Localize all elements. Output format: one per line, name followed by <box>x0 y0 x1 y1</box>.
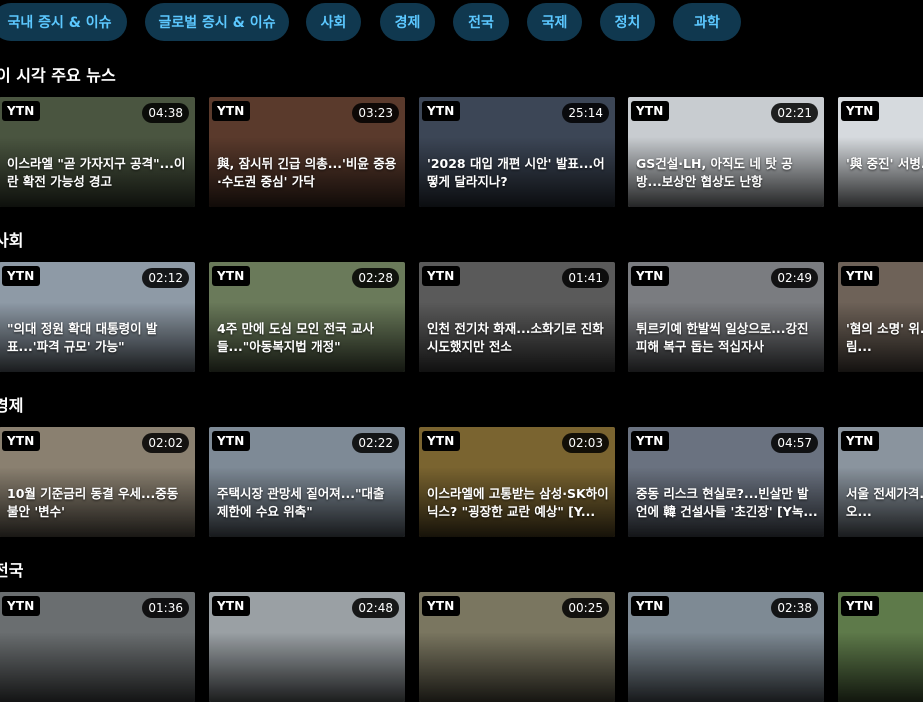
video-duration: 00:25 <box>562 598 609 618</box>
ytn-logo-badge: YTN <box>841 101 879 121</box>
category-7[interactable]: 과학 <box>673 3 741 41</box>
video-duration: 01:41 <box>562 268 609 288</box>
ytn-logo-badge: YTN <box>631 596 669 616</box>
ytn-logo-badge: YTN <box>631 266 669 286</box>
video-duration: 02:22 <box>352 433 399 453</box>
video-duration: 25:14 <box>562 103 609 123</box>
video-duration: 02:21 <box>771 103 818 123</box>
category-0[interactable]: 국내 증시 & 이슈 <box>0 3 127 41</box>
video-card[interactable]: YTN '與 중진' 서병... 자리 버거워"... <box>838 97 923 207</box>
ytn-logo-badge: YTN <box>422 101 460 121</box>
ytn-logo-badge: YTN <box>422 266 460 286</box>
video-row: YTN 02:02 10월 기준금리 동결 우세...중동 불안 '변수' YTN 02… <box>0 427 923 537</box>
video-title[interactable]: 이스라엘 "곧 가자지구 공격"...이란 확전 가능성 경고 <box>7 155 189 193</box>
video-duration: 02:02 <box>142 433 189 453</box>
video-card[interactable]: YTN 02:48 <box>209 592 405 702</box>
video-card[interactable]: YTN 02:49 튀르키예 한발씩 일상으로...강진 피해 복구 돕는 적십자사 <box>628 262 824 372</box>
video-card[interactable]: YTN 04:38 이스라엘 "곧 가자지구 공격"...이란 확전 가능성 경고 <box>0 97 195 207</box>
video-card[interactable]: YTN 02:38 <box>628 592 824 702</box>
video-duration: 02:48 <box>352 598 399 618</box>
ytn-logo-badge: YTN <box>2 266 40 286</box>
ytn-logo-badge: YTN <box>2 431 40 451</box>
video-card[interactable]: YTN 00:25 <box>419 592 615 702</box>
category-2[interactable]: 사회 <box>306 3 361 41</box>
video-card[interactable]: YTN 02:21 GS건설·LH, 아직도 네 탓 공방...보상안 협상도 난항 <box>628 97 824 207</box>
ytn-logo-badge: YTN <box>841 266 879 286</box>
category-3[interactable]: 경제 <box>380 3 435 41</box>
section-title: 전국 <box>0 561 24 580</box>
video-duration: 04:57 <box>771 433 818 453</box>
ytn-logo-badge: YTN <box>212 596 250 616</box>
video-card[interactable]: YTN 서울 전세가격... 세..."당분간 오... <box>838 427 923 537</box>
thumbnail-shade <box>209 632 405 702</box>
video-row: YTN 04:38 이스라엘 "곧 가자지구 공격"...이란 확전 가능성 경고 Y… <box>0 97 923 207</box>
section-title: 경제 <box>0 396 24 415</box>
video-duration: 04:38 <box>142 103 189 123</box>
video-card[interactable]: YTN 03:23 與, 잠시뒤 긴급 의총...'비윤 중용·수도권 중심' 가닥 <box>209 97 405 207</box>
video-row: YTN 01:36 YTN 02:48 YTN 00:25 YTN 02:38 YTN <box>0 592 923 702</box>
ytn-logo-badge: YTN <box>212 101 250 121</box>
section-title: 사회 <box>0 231 24 250</box>
ytn-logo-badge: YTN <box>2 101 40 121</box>
category-4[interactable]: 전국 <box>453 3 509 41</box>
category-5[interactable]: 국제 <box>527 3 582 41</box>
video-title[interactable]: '2028 대입 개편 시안' 발표...어떻게 달라지나? <box>427 155 609 193</box>
ytn-logo-badge: YTN <box>212 266 250 286</box>
video-card[interactable]: YTN <box>838 592 923 702</box>
ytn-logo-badge: YTN <box>631 431 669 451</box>
thumbnail-shade <box>628 632 824 702</box>
video-title[interactable]: 서울 전세가격... 세..."당분간 오... <box>846 485 923 523</box>
category-1[interactable]: 글로벌 증시 & 이슈 <box>145 3 289 41</box>
ytn-logo-badge: YTN <box>422 431 460 451</box>
video-duration: 01:36 <box>142 598 189 618</box>
video-title[interactable]: 주택시장 관망세 짙어져..."대출 제한에 수요 위축" <box>217 485 399 523</box>
video-card[interactable]: YTN 25:14 '2028 대입 개편 시안' 발표...어떻게 달라지나? <box>419 97 615 207</box>
video-card[interactable]: YTN '혐의 소명' 위... 뤄...검찰 노림... <box>838 262 923 372</box>
ytn-logo-badge: YTN <box>841 596 879 616</box>
video-card[interactable]: YTN 04:57 중동 리스크 현실로?...빈살만 발언에 韓 건설사들 '초긴… <box>628 427 824 537</box>
video-card[interactable]: YTN 01:36 <box>0 592 195 702</box>
video-duration: 02:49 <box>771 268 818 288</box>
video-card[interactable]: YTN 02:02 10월 기준금리 동결 우세...중동 불안 '변수' <box>0 427 195 537</box>
video-card[interactable]: YTN 02:03 이스라엘에 고통받는 삼성·SK하이닉스? "굉장한 교란 예상… <box>419 427 615 537</box>
section-title: 이 시각 주요 뉴스 <box>0 66 116 85</box>
video-title[interactable]: '혐의 소명' 위... 뤄...검찰 노림... <box>846 320 923 358</box>
video-card[interactable]: YTN 02:22 주택시장 관망세 짙어져..."대출 제한에 수요 위축" <box>209 427 405 537</box>
video-title[interactable]: 이스라엘에 고통받는 삼성·SK하이닉스? "굉장한 교란 예상" [Y... <box>427 485 609 523</box>
video-title[interactable]: 10월 기준금리 동결 우세...중동 불안 '변수' <box>7 485 189 523</box>
thumbnail-shade <box>838 632 923 702</box>
video-title[interactable]: 인천 전기차 화재...소화기로 진화 시도했지만 전소 <box>427 320 609 358</box>
video-title[interactable]: 중동 리스크 현실로?...빈살만 발언에 韓 건설사들 '초긴장' [Y녹..… <box>636 485 818 523</box>
video-title[interactable]: 4주 만에 도심 모인 전국 교사들..."아동복지법 개정" <box>217 320 399 358</box>
video-row: YTN 02:12 "의대 정원 확대 대통령이 발표...'파격 규모' 가능" Y… <box>0 262 923 372</box>
video-duration: 02:38 <box>771 598 818 618</box>
video-card[interactable]: YTN 01:41 인천 전기차 화재...소화기로 진화 시도했지만 전소 <box>419 262 615 372</box>
video-title[interactable]: "의대 정원 확대 대통령이 발표...'파격 규모' 가능" <box>7 320 189 358</box>
category-6[interactable]: 정치 <box>600 3 655 41</box>
video-title[interactable]: 튀르키예 한발씩 일상으로...강진 피해 복구 돕는 적십자사 <box>636 320 818 358</box>
video-title[interactable]: GS건설·LH, 아직도 네 탓 공방...보상안 협상도 난항 <box>636 155 818 193</box>
video-duration: 02:03 <box>562 433 609 453</box>
ytn-logo-badge: YTN <box>841 431 879 451</box>
thumbnail-shade <box>419 632 615 702</box>
video-card[interactable]: YTN 02:12 "의대 정원 확대 대통령이 발표...'파격 규모' 가능" <box>0 262 195 372</box>
video-title[interactable]: '與 중진' 서병... 자리 버거워"... <box>846 155 923 193</box>
video-duration: 02:28 <box>352 268 399 288</box>
video-duration: 03:23 <box>352 103 399 123</box>
video-card[interactable]: YTN 02:28 4주 만에 도심 모인 전국 교사들..."아동복지법 개정" <box>209 262 405 372</box>
category-bar: 국내 증시 & 이슈 글로벌 증시 & 이슈 사회 경제 전국 국제 정치 과학 <box>0 3 923 41</box>
ytn-logo-badge: YTN <box>212 431 250 451</box>
ytn-logo-badge: YTN <box>631 101 669 121</box>
ytn-logo-badge: YTN <box>422 596 460 616</box>
ytn-logo-badge: YTN <box>2 596 40 616</box>
thumbnail-shade <box>0 632 195 702</box>
video-duration: 02:12 <box>142 268 189 288</box>
video-title[interactable]: 與, 잠시뒤 긴급 의총...'비윤 중용·수도권 중심' 가닥 <box>217 155 399 193</box>
